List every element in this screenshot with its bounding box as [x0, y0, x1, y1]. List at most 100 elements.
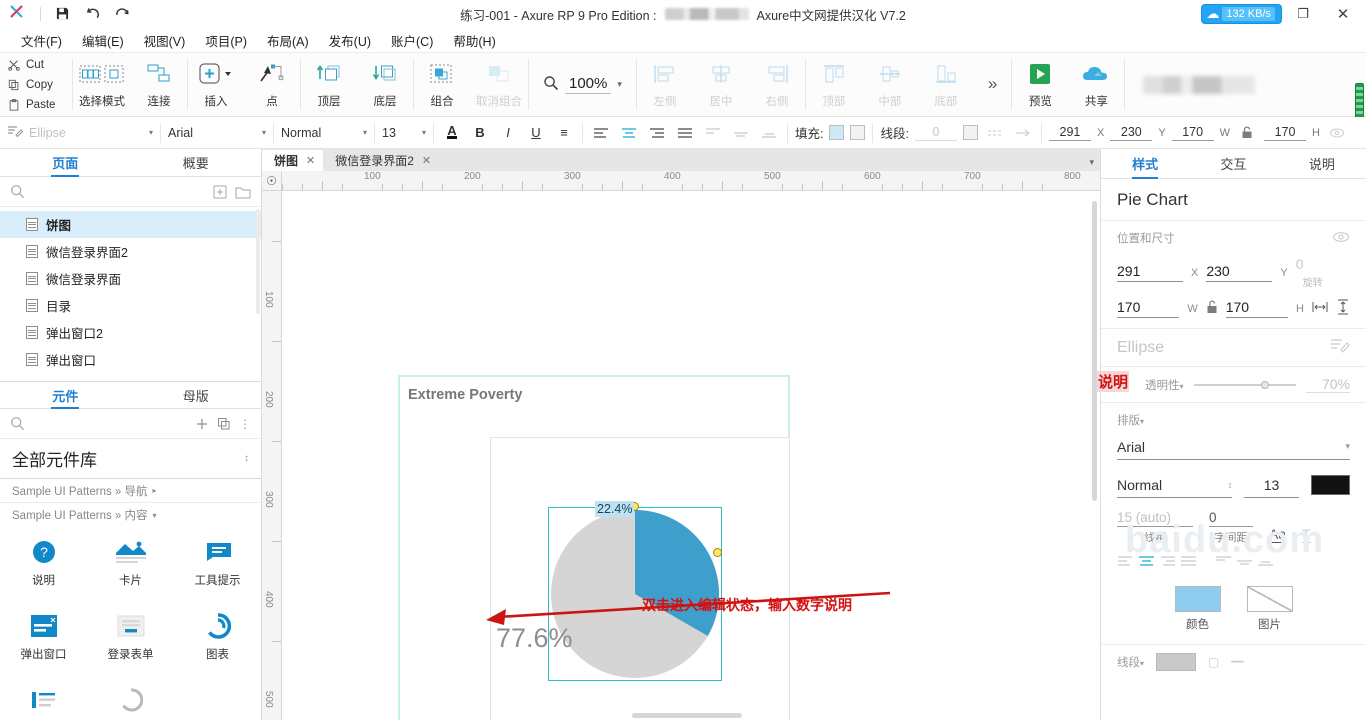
fill-image-option[interactable]: 图片	[1247, 586, 1293, 632]
visibility-eye-icon[interactable]	[1326, 122, 1348, 144]
width-input[interactable]: 170	[1117, 299, 1179, 318]
horizontal-ruler[interactable]: 100 200 300 400 500 600 700 800	[262, 171, 1100, 191]
widget-item-list[interactable]	[0, 679, 87, 720]
opacity-label[interactable]: 透明性▾	[1145, 377, 1184, 393]
doc-tab-pie-chart[interactable]: 饼图 ✕	[262, 150, 323, 171]
pie-slice-label-selected[interactable]: 22.4%	[595, 501, 634, 517]
zoom-value[interactable]: 100%	[565, 75, 611, 94]
connect-button[interactable]: 连接	[131, 53, 187, 115]
add-folder-icon[interactable]	[235, 185, 251, 199]
redo-icon[interactable]	[107, 1, 137, 27]
tab-masters[interactable]: 母版	[131, 382, 262, 408]
line-style-icon[interactable]	[984, 122, 1006, 144]
zoom-control[interactable]: 100% ▾	[529, 53, 636, 115]
menu-account[interactable]: 账户(C)	[382, 28, 442, 53]
font-color-icon[interactable]: A	[441, 122, 463, 144]
align-right-icon[interactable]	[646, 122, 668, 144]
widget-item-description[interactable]: ? 说明	[0, 531, 87, 605]
typography-header[interactable]: 排版▾	[1117, 412, 1350, 428]
border-color-swatch[interactable]	[1156, 653, 1196, 671]
italic-icon[interactable]: I	[497, 122, 519, 144]
rotation-input[interactable]: 0	[1296, 256, 1330, 274]
tab-outline[interactable]: 概要	[131, 149, 262, 176]
pages-scrollbar[interactable]	[256, 209, 260, 314]
chevron-down-icon[interactable]: ▾	[149, 128, 153, 137]
widget-item-tooltip[interactable]: 工具提示	[174, 531, 261, 605]
bullet-list-icon[interactable]: ≡	[553, 122, 575, 144]
tab-style[interactable]: 样式	[1101, 149, 1189, 178]
align-left-button[interactable]: 左侧	[637, 53, 693, 115]
border-width-icon[interactable]: ━━	[1231, 657, 1243, 668]
valign-bottom-icon[interactable]	[758, 122, 780, 144]
fit-width-icon[interactable]	[1312, 300, 1328, 317]
fill-image-swatch[interactable]	[1247, 586, 1293, 612]
restore-window-button[interactable]: ❐	[1284, 0, 1322, 28]
align-center-button[interactable]: 居中	[693, 53, 749, 115]
widget-item-spinner[interactable]	[87, 679, 174, 720]
share-button[interactable]: 共享	[1068, 53, 1124, 115]
font-size-input[interactable]: 13	[1244, 472, 1299, 498]
chart-container[interactable]: Extreme Poverty 22.4% 77.6%	[398, 375, 790, 720]
group-button[interactable]: 组合	[414, 53, 470, 115]
close-window-button[interactable]: ✕	[1324, 0, 1362, 28]
fill-color-swatch[interactable]	[829, 125, 844, 140]
tab-interactions[interactable]: 交互	[1189, 149, 1277, 178]
send-to-back-button[interactable]: 底层	[357, 53, 413, 115]
library-group-nav[interactable]: Sample UI Patterns » 导航 ▸	[0, 479, 261, 503]
visibility-eye-icon[interactable]	[1332, 231, 1350, 246]
more-options-icon[interactable]: ⋮	[239, 417, 251, 431]
valign-top-icon[interactable]	[702, 122, 724, 144]
valign-middle-icon[interactable]	[730, 122, 752, 144]
vertical-ruler[interactable]: 100 200 300 400 500	[262, 191, 282, 720]
menu-help[interactable]: 帮助(H)	[444, 28, 504, 53]
valign-top-icon[interactable]	[1215, 555, 1232, 570]
style-preset-selector[interactable]: Ellipse	[1101, 329, 1366, 367]
point-button[interactable]: 点	[244, 53, 300, 115]
fill-image-swatch[interactable]	[850, 125, 865, 140]
chevron-down-icon[interactable]: ▾	[617, 79, 622, 90]
chevron-down-icon[interactable]: ▾	[363, 128, 367, 137]
font-weight-selector[interactable]: Normal ↕	[1117, 472, 1232, 498]
opacity-slider[interactable]	[1194, 384, 1296, 386]
doc-tab-wechat-login-2[interactable]: 微信登录界面2 ✕	[323, 150, 439, 171]
x-input[interactable]: 291	[1117, 263, 1183, 282]
chevron-updown-icon[interactable]: ↕	[1228, 480, 1233, 490]
bring-to-front-button[interactable]: 顶层	[301, 53, 357, 115]
border-style-icon[interactable]: ▢	[1208, 655, 1219, 669]
line-width-input[interactable]: 0	[915, 125, 957, 141]
align-right-button[interactable]: 右侧	[749, 53, 805, 115]
paste-button[interactable]: Paste	[8, 96, 72, 113]
page-item-pie-chart[interactable]: 饼图	[0, 211, 261, 238]
valign-middle-icon[interactable]	[1236, 555, 1253, 570]
undo-icon[interactable]	[77, 1, 107, 27]
line-arrow-icon[interactable]	[1012, 122, 1034, 144]
widget-item-popup-window[interactable]: 弹出窗口	[0, 605, 87, 679]
tab-widgets[interactable]: 元件	[0, 382, 131, 408]
close-icon[interactable]: ✕	[422, 154, 431, 167]
chart-plot-area[interactable]: 22.4% 77.6%	[490, 437, 790, 720]
canvas-vertical-scrollbar[interactable]	[1092, 201, 1097, 501]
search-icon[interactable]	[10, 184, 25, 199]
height-input[interactable]: 170	[1264, 125, 1306, 141]
library-group-content[interactable]: Sample UI Patterns » 内容 ▾	[0, 503, 261, 527]
y-input[interactable]: 230	[1110, 125, 1152, 141]
slider-knob[interactable]	[1261, 381, 1269, 389]
search-icon[interactable]	[10, 416, 25, 431]
page-item-directory[interactable]: 目录	[0, 292, 261, 319]
align-middle-button[interactable]: 中部	[862, 53, 918, 115]
shape-style-selector[interactable]: Ellipse ▾	[0, 117, 160, 149]
font-family-selector[interactable]: Arial ▾	[161, 117, 273, 149]
close-icon[interactable]: ✕	[306, 154, 315, 167]
chevron-updown-icon[interactable]: ↕	[244, 453, 249, 464]
letter-spacing-field[interactable]: 0 字间距	[1209, 510, 1253, 545]
page-item-wechat-login[interactable]: 微信登录界面	[0, 265, 261, 292]
style-edit-icon[interactable]	[1330, 336, 1350, 359]
tab-notes[interactable]: 说明	[1278, 149, 1366, 178]
align-left-icon[interactable]	[1117, 555, 1134, 570]
network-speed-badge[interactable]: ☁ 132 KB/s	[1201, 4, 1282, 24]
duplicate-icon[interactable]	[217, 417, 231, 431]
add-page-icon[interactable]	[213, 185, 227, 199]
menu-project[interactable]: 项目(P)	[196, 28, 256, 53]
opacity-value[interactable]: 70%	[1306, 376, 1350, 393]
design-canvas[interactable]: Extreme Poverty 22.4% 77.6%	[282, 191, 1100, 720]
